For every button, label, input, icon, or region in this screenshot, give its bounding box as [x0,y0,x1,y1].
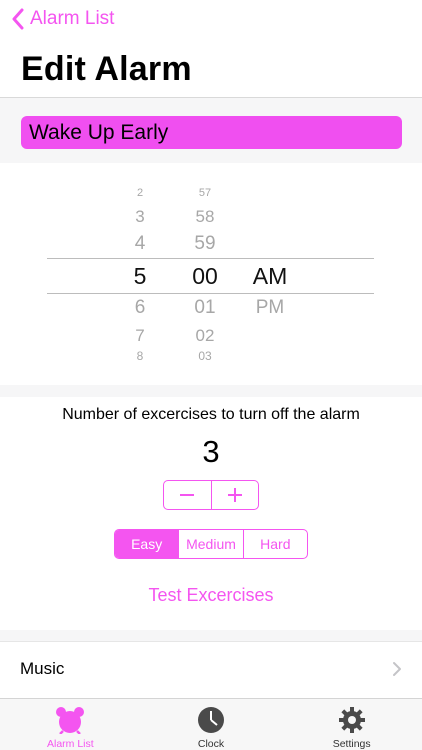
hour-option: 6 [134,297,146,318]
test-exercises-button[interactable]: Test Excercises [0,585,422,606]
alarm-name-field[interactable]: Wake Up Early [21,116,402,149]
difficulty-medium[interactable]: Medium [178,530,242,558]
hour-column[interactable]: 2 3 4 5 6 7 8 [118,163,162,385]
plus-icon [227,488,242,502]
exercise-count-stepper[interactable] [163,480,259,510]
exercise-count-value: 3 [202,434,220,469]
hour-option: 7 [135,326,145,345]
back-button[interactable]: Alarm List [12,8,114,30]
tab-bar: Alarm List Clock Settings [0,698,422,750]
alarm-icon [56,707,85,734]
hour-option: 2 [136,187,144,199]
minute-option: 57 [198,187,212,199]
exercises-section: Number of excercises to turn off the ala… [0,397,422,630]
minute-column[interactable]: 57 58 59 00 01 02 03 [183,163,227,385]
minus-icon [180,494,195,496]
music-row[interactable]: Music [0,641,422,695]
chevron-left-icon [12,8,24,30]
difficulty-easy[interactable]: Easy [115,530,179,558]
minute-option-selected: 00 [192,263,218,289]
decrement-button[interactable] [164,481,211,509]
gear-icon [338,707,365,733]
exercise-count-label: Number of excercises to turn off the ala… [62,406,360,423]
chevron-right-icon [393,661,401,676]
music-label: Music [20,658,65,678]
tab-alarm-list[interactable]: Alarm List [0,699,141,750]
tab-label: Settings [332,738,371,750]
tab-settings[interactable]: Settings [281,699,422,750]
hour-option: 4 [134,233,146,254]
minute-option: 58 [195,207,215,226]
clock-icon [198,707,224,733]
background-band [0,630,422,641]
hour-option-selected: 5 [133,263,147,289]
minute-option: 59 [194,233,216,254]
back-button-label: Alarm List [30,8,115,29]
page-title: Edit Alarm [21,50,192,88]
minute-option: 02 [195,326,215,345]
period-option: PM [255,297,285,318]
increment-button[interactable] [210,481,259,509]
tab-label: Alarm List [46,738,94,750]
period-option-selected: AM [252,263,288,289]
difficulty-hard[interactable]: Hard [242,530,307,558]
difficulty-selector[interactable]: Easy Medium Hard [114,529,308,559]
hour-option: 8 [136,349,144,363]
tab-label: Clock [197,738,225,750]
hour-option: 3 [135,207,145,226]
time-picker[interactable]: 2 3 4 5 6 7 8 57 58 59 00 01 02 03 AM PM [0,163,422,385]
period-column[interactable]: AM PM [244,163,296,385]
tab-clock[interactable]: Clock [141,699,282,750]
minute-option: 03 [198,349,212,363]
minute-option: 01 [194,297,216,318]
background-band [0,385,422,397]
